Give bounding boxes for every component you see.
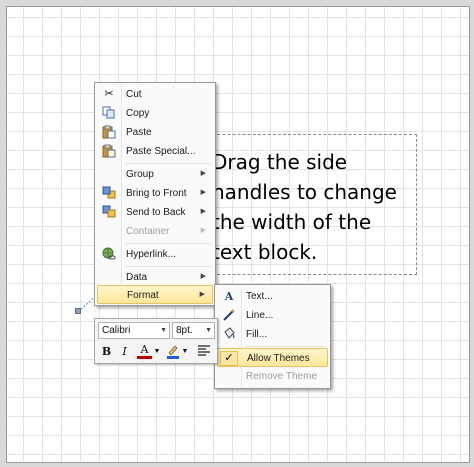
text-format-icon: A [224,290,234,303]
font-size-value: 8pt. [176,325,193,336]
paste-special-icon [101,144,117,159]
scissors-icon: ✂ [104,88,114,100]
chevron-down-icon[interactable]: ▼ [205,323,212,338]
chevron-down-icon[interactable]: ▼ [160,323,167,338]
submenu-item-text[interactable]: A Text... [217,287,328,306]
menu-item-bring-to-front[interactable]: Bring to Front ▶ [97,184,213,203]
menu-item-label: Cut [126,89,142,100]
bold-button[interactable]: B [99,343,114,360]
format-submenu: A Text... Line... Fill... ✓ Allow Themes… [214,284,331,389]
menu-item-label: Allow Themes [247,353,310,364]
menu-item-paste[interactable]: Paste [97,123,213,142]
checkmark-icon: ✓ [220,351,238,366]
font-size-combo[interactable]: 8pt. ▼ [172,322,215,339]
bring-to-front-icon [101,186,117,201]
drawing-canvas[interactable]: Drag the side handles to change the widt… [6,6,470,463]
menu-item-label: Paste [126,127,152,138]
menu-item-label: Copy [126,108,150,119]
menu-item-label: Fill... [246,329,268,340]
shape-handle[interactable] [75,308,81,314]
chevron-down-icon[interactable]: ▼ [153,343,161,360]
menu-item-label: Format [127,290,159,301]
menu-item-paste-special[interactable]: Paste Special... [97,142,213,161]
menu-separator [125,163,211,164]
menu-item-label: Text... [246,291,273,302]
highlight-color-icon[interactable] [165,343,180,360]
submenu-arrow-icon: ▶ [200,208,206,215]
menu-item-cut[interactable]: ✂ Cut [97,85,213,104]
menu-separator [125,243,211,244]
align-text-icon[interactable] [196,343,211,360]
font-name-combo[interactable]: Calibri ▼ [98,322,170,339]
submenu-item-remove-theme: Remove Theme [217,367,328,386]
submenu-arrow-icon: ▶ [200,227,206,234]
menu-separator [245,346,326,347]
hyperlink-icon [101,247,117,262]
menu-separator [125,266,211,267]
menu-item-label: Paste Special... [126,146,196,157]
submenu-arrow-icon: ▶ [200,273,206,280]
menu-item-label: Bring to Front [126,188,187,199]
menu-item-label: Data [126,272,148,283]
submenu-item-line[interactable]: Line... [217,306,328,325]
font-color-button[interactable]: A [137,343,152,359]
menu-item-label: Container [126,226,170,237]
submenu-arrow-icon: ▶ [200,189,206,196]
menu-item-label: Remove Theme [246,371,317,382]
italic-button[interactable]: I [117,343,132,360]
submenu-item-allow-themes[interactable]: ✓ Allow Themes [217,348,328,367]
paste-icon [101,125,117,140]
send-to-back-icon [101,205,117,220]
mini-toolbar: Calibri ▼ 8pt. ▼ B I A ▼ ▼ [94,318,218,364]
menu-item-container: Container ▶ [97,222,213,241]
line-format-icon [221,308,237,323]
menu-item-label: Group [126,169,154,180]
menu-item-hyperlink[interactable]: Hyperlink... [97,245,213,264]
chevron-down-icon[interactable]: ▼ [181,343,189,360]
menu-item-label: Hyperlink... [126,249,177,260]
context-menu: ✂ Cut Copy Paste Paste Special... Group … [94,82,216,306]
menu-item-send-to-back[interactable]: Send to Back ▶ [97,203,213,222]
menu-item-copy[interactable]: Copy [97,104,213,123]
submenu-arrow-icon: ▶ [199,291,205,298]
submenu-arrow-icon: ▶ [200,170,206,177]
menu-item-label: Line... [246,310,274,321]
copy-icon [101,106,117,121]
menu-item-label: Send to Back [126,207,186,218]
menu-item-format[interactable]: Format ▶ [97,285,213,304]
menu-item-group[interactable]: Group ▶ [97,165,213,184]
font-name-value: Calibri [102,325,131,336]
text-block-content[interactable]: Drag the side handles to change the widt… [212,147,422,267]
fill-bucket-icon [221,327,237,342]
submenu-item-fill[interactable]: Fill... [217,325,328,344]
